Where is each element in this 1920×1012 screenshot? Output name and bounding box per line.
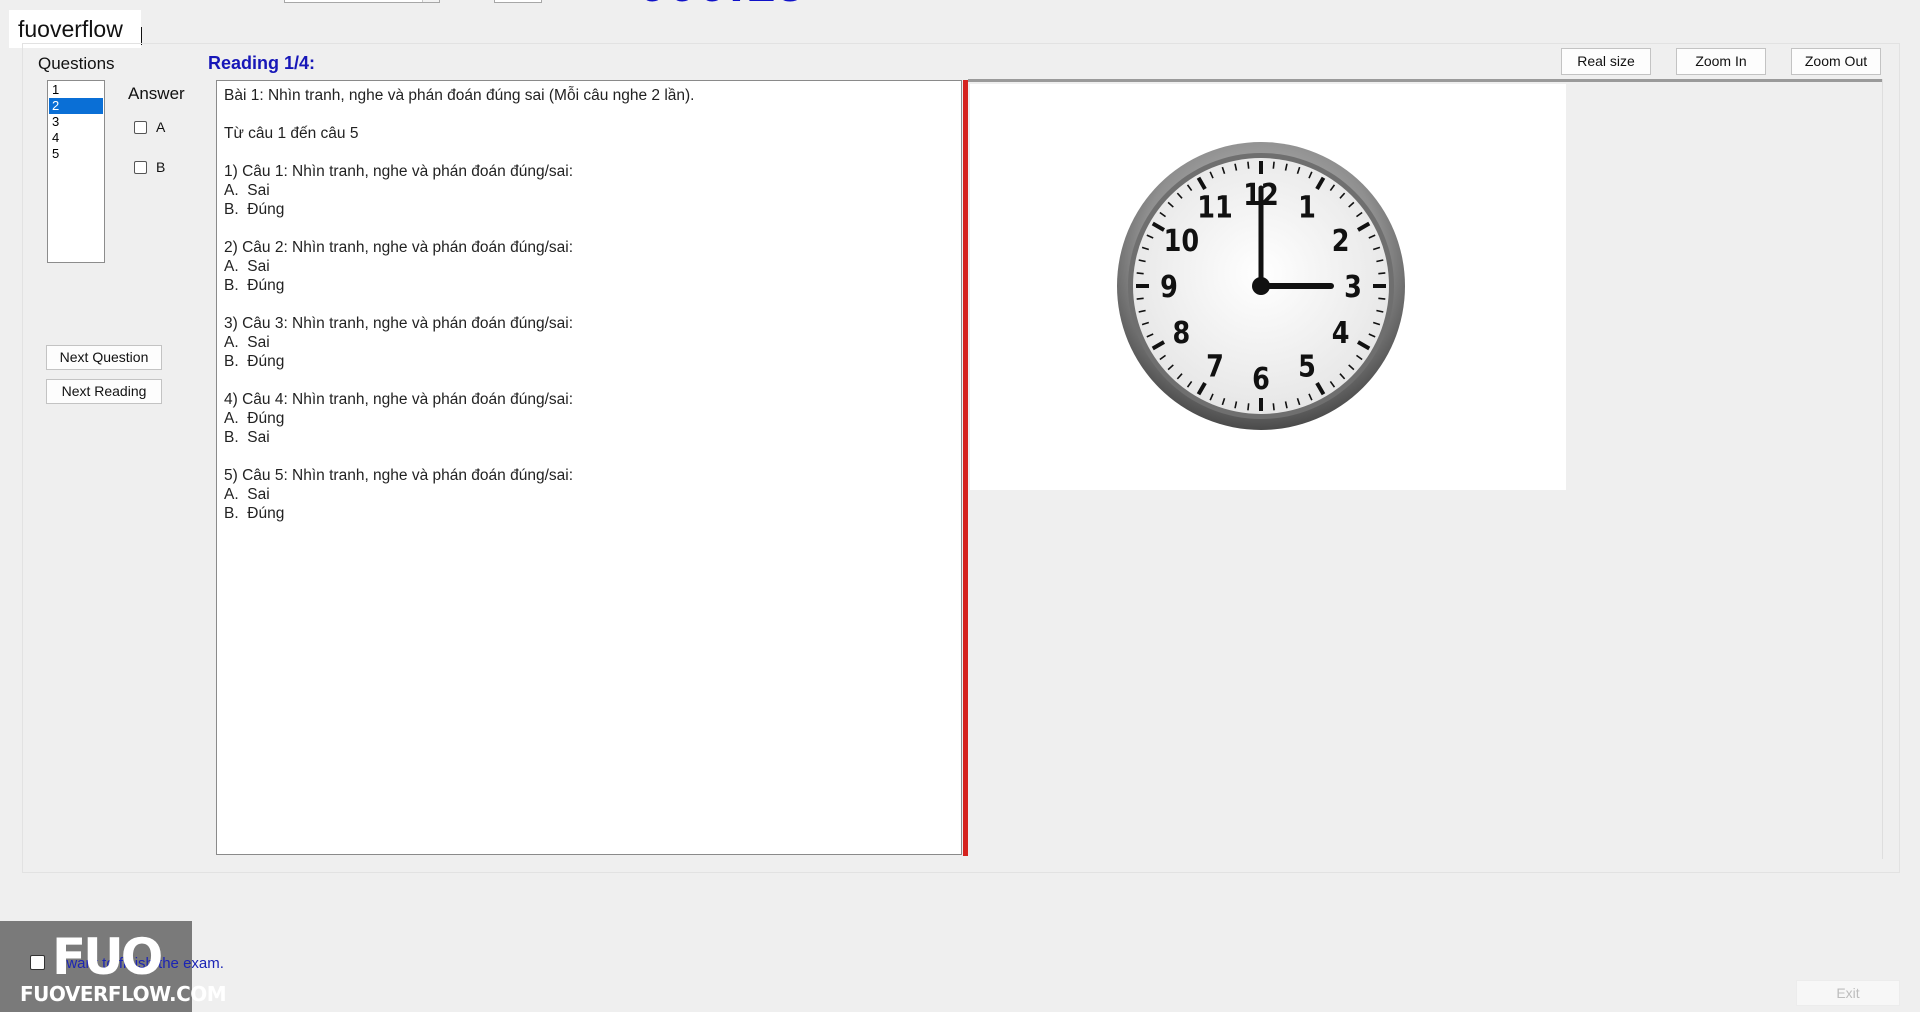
answer-b-checkbox[interactable] xyxy=(134,160,147,174)
reading-line: B. Đúng xyxy=(224,353,285,370)
reading-line: A. Sai xyxy=(224,182,270,199)
reading-line: 4) Câu 4: Nhìn tranh, nghe và phán đoán … xyxy=(224,391,573,408)
reading-line: B. Đúng xyxy=(224,201,285,218)
question-item-1[interactable]: 1 xyxy=(49,82,103,98)
clock-tick xyxy=(1136,297,1144,300)
questions-label: Questions xyxy=(38,54,115,73)
top-small-box[interactable] xyxy=(494,0,542,3)
reading-line: B. Đúng xyxy=(224,277,285,294)
clock-number: 3 xyxy=(1344,269,1362,305)
reading-line: A. Sai xyxy=(224,258,270,275)
clock-tick xyxy=(1136,272,1144,275)
question-image: 121234567891011 xyxy=(970,84,1566,490)
clock-number: 1 xyxy=(1298,189,1316,225)
clock-number: 5 xyxy=(1298,349,1316,385)
exit-button[interactable]: Exit xyxy=(1796,980,1900,1006)
reading-line: B. Đúng xyxy=(224,505,285,522)
real-size-button[interactable]: Real size xyxy=(1561,48,1651,75)
clock-tick xyxy=(1247,403,1250,411)
reading-line xyxy=(224,295,961,314)
reading-text-area[interactable]: Bài 1: Nhìn tranh, nghe và phán đoán đún… xyxy=(216,80,962,855)
reading-line: Bài 1: Nhìn tranh, nghe và phán đoán đún… xyxy=(224,87,695,104)
next-reading-button[interactable]: Next Reading xyxy=(46,379,162,404)
reading-line xyxy=(224,219,961,238)
clock-tick xyxy=(1272,403,1275,411)
answer-b-label: B xyxy=(156,159,166,175)
clock-number: 11 xyxy=(1197,189,1232,225)
watermark-logo: FUO xyxy=(52,928,163,986)
clock-image: 121234567891011 xyxy=(1117,142,1405,430)
questions-list[interactable]: 1 2 3 4 5 xyxy=(47,80,105,263)
zoom-in-button[interactable]: Zoom In xyxy=(1676,48,1766,75)
reading-line: A. Đúng xyxy=(224,410,285,427)
clock-number: 6 xyxy=(1252,361,1270,397)
next-question-button[interactable]: Next Question xyxy=(46,345,162,370)
reading-line xyxy=(224,371,961,390)
reading-line: Từ câu 1 đến câu 5 xyxy=(224,125,359,142)
reading-line xyxy=(224,143,961,162)
answer-a-checkbox[interactable] xyxy=(134,120,147,134)
clock-tick xyxy=(1378,297,1386,300)
reading-line: 1) Câu 1: Nhìn tranh, nghe và phán đoán … xyxy=(224,163,573,180)
clock-number: 8 xyxy=(1172,315,1190,351)
image-viewer-right-border xyxy=(1882,79,1883,859)
reading-line xyxy=(224,105,961,124)
reading-line: 3) Câu 3: Nhìn tranh, nghe và phán đoán … xyxy=(224,315,573,332)
combo-dropdown-arrow[interactable] xyxy=(422,0,439,2)
question-item-4[interactable]: 4 xyxy=(49,130,103,146)
clock-number: 4 xyxy=(1332,315,1350,351)
reading-line: B. Sai xyxy=(224,429,270,446)
answer-option-a[interactable]: A xyxy=(134,119,165,135)
clock-number: 9 xyxy=(1160,269,1178,305)
top-combo-box[interactable] xyxy=(284,0,440,3)
reading-line xyxy=(224,447,961,466)
watermark-site: FUOVERFLOW.COM xyxy=(20,982,227,1006)
clock-number: 2 xyxy=(1332,223,1350,259)
answer-label: Answer xyxy=(128,84,185,103)
reading-title: Reading 1/4: xyxy=(208,53,316,73)
clock-number: 10 xyxy=(1164,223,1199,259)
reading-line: 5) Câu 5: Nhìn tranh, nghe và phán đoán … xyxy=(224,467,573,484)
answer-option-b[interactable]: B xyxy=(134,159,165,175)
clock-tick xyxy=(1272,161,1275,169)
question-item-2[interactable]: 2 xyxy=(49,98,103,114)
exam-timer: 000:15 xyxy=(638,0,806,12)
clock-number: 7 xyxy=(1206,349,1224,385)
clock-tick xyxy=(1247,161,1250,169)
reading-line: A. Sai xyxy=(224,334,270,351)
reading-line: A. Sai xyxy=(224,486,270,503)
question-item-3[interactable]: 3 xyxy=(49,114,103,130)
clock-center-pin xyxy=(1252,277,1270,295)
image-viewer-border xyxy=(968,79,1883,82)
reading-line: 2) Câu 2: Nhìn tranh, nghe và phán đoán … xyxy=(224,239,573,256)
zoom-out-button[interactable]: Zoom Out xyxy=(1791,48,1881,75)
clock-tick xyxy=(1378,272,1386,275)
question-item-5[interactable]: 5 xyxy=(49,146,103,162)
finish-exam-checkbox[interactable] xyxy=(30,955,45,970)
panel-splitter[interactable] xyxy=(963,80,968,856)
answer-a-label: A xyxy=(156,119,166,135)
